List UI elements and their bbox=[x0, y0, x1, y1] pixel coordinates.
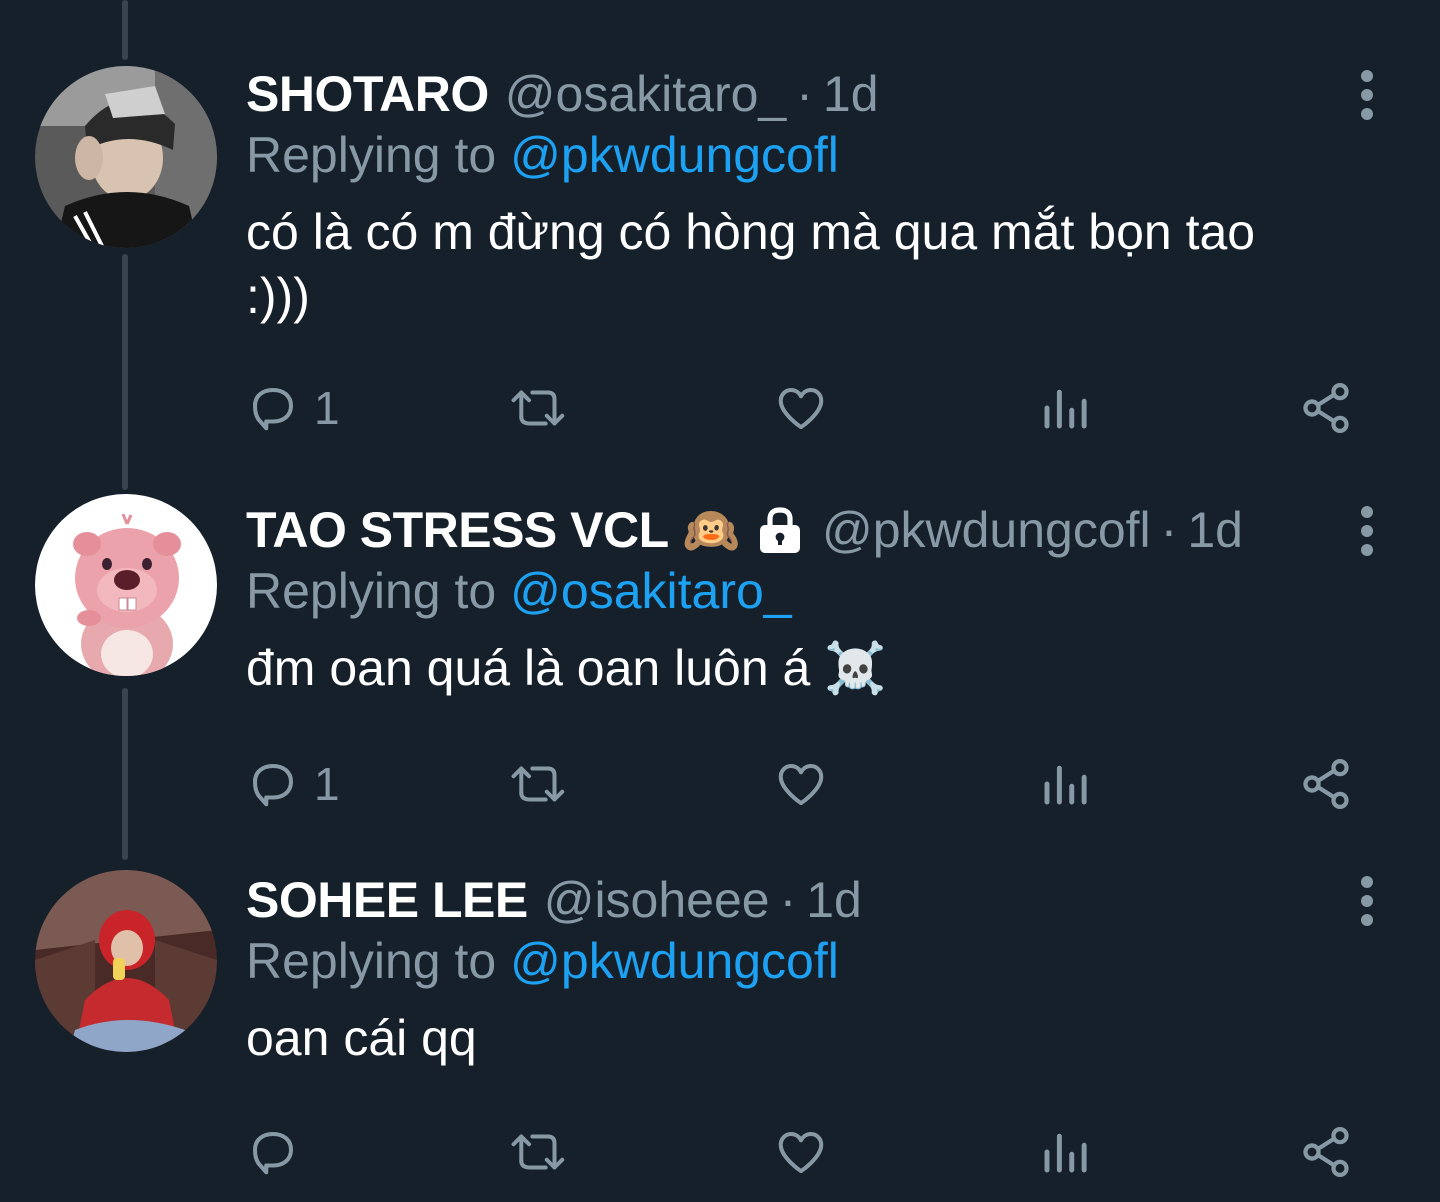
replying-label: Replying to bbox=[246, 127, 497, 183]
more-vertical-icon[interactable] bbox=[1352, 70, 1382, 120]
replying-to: Replying to @pkwdungcofl bbox=[246, 126, 839, 184]
like-button[interactable] bbox=[774, 378, 828, 438]
heart-icon bbox=[778, 1131, 824, 1174]
tweet-actions: 1 bbox=[0, 754, 1440, 814]
timestamp[interactable]: 1d bbox=[1187, 501, 1243, 559]
share-icon bbox=[1303, 383, 1349, 433]
analytics-button[interactable] bbox=[1038, 378, 1092, 438]
avatar[interactable] bbox=[35, 494, 217, 676]
tweet-header: TAO STRESS VCL 🙉 @pkwdungcofl · 1d bbox=[246, 498, 1243, 562]
username[interactable]: @osakitaro_ bbox=[505, 65, 786, 123]
replying-mention[interactable]: @osakitaro_ bbox=[510, 563, 791, 619]
display-name[interactable]: TAO STRESS VCL bbox=[246, 501, 669, 559]
tweet-actions: 1 bbox=[0, 378, 1440, 438]
replying-mention[interactable]: @pkwdungcofl bbox=[510, 127, 839, 183]
share-button[interactable] bbox=[1298, 754, 1354, 814]
separator-dot: · bbox=[779, 872, 797, 928]
avatar[interactable] bbox=[35, 870, 217, 1052]
tweet-header: SOHEE LEE @isoheee · 1d bbox=[246, 868, 862, 932]
replying-label: Replying to bbox=[246, 933, 497, 989]
reply-icon bbox=[252, 763, 294, 807]
replying-mention[interactable]: @pkwdungcofl bbox=[510, 933, 839, 989]
timestamp[interactable]: 1d bbox=[806, 871, 862, 929]
tweet-2[interactable]: TAO STRESS VCL 🙉 @pkwdungcofl · 1d Reply… bbox=[0, 494, 1440, 878]
separator-dot: · bbox=[796, 66, 813, 122]
reply-icon bbox=[252, 387, 294, 431]
separator-dot: · bbox=[1160, 502, 1178, 558]
share-button[interactable] bbox=[1298, 1122, 1354, 1182]
share-icon bbox=[1303, 1127, 1349, 1177]
tweet-header: SHOTARO @osakitaro_ · 1d bbox=[246, 62, 879, 126]
like-button[interactable] bbox=[774, 754, 828, 814]
timestamp[interactable]: 1d bbox=[823, 65, 879, 123]
replying-label: Replying to bbox=[246, 563, 497, 619]
share-button[interactable] bbox=[1298, 378, 1354, 438]
tweet-text: đm oan quá là oan luôn á ☠️ bbox=[246, 640, 887, 696]
lock-icon bbox=[754, 505, 806, 555]
display-name[interactable]: SHOTARO bbox=[246, 65, 489, 123]
tweet-text: oan cái qq bbox=[246, 1010, 477, 1066]
heart-icon bbox=[778, 763, 824, 806]
reply-button[interactable]: 1 bbox=[246, 378, 340, 438]
reply-button[interactable] bbox=[246, 1122, 300, 1182]
share-icon bbox=[1303, 759, 1349, 809]
tweet-text: có là có m đừng có hòng mà qua mắt bọn t… bbox=[246, 204, 1256, 324]
tweet-1[interactable]: SHOTARO @osakitaro_ · 1d Replying to @pkw… bbox=[0, 62, 1440, 442]
more-vertical-icon[interactable] bbox=[1352, 876, 1382, 926]
analytics-icon bbox=[1044, 389, 1087, 429]
analytics-button[interactable] bbox=[1038, 754, 1092, 814]
reply-icon bbox=[252, 1131, 294, 1175]
reply-button[interactable]: 1 bbox=[246, 754, 340, 814]
thread-line-top bbox=[122, 0, 128, 60]
analytics-icon bbox=[1044, 1133, 1087, 1173]
retweet-button[interactable] bbox=[508, 754, 570, 814]
heart-icon bbox=[778, 387, 824, 430]
reply-count: 1 bbox=[314, 758, 340, 810]
display-name[interactable]: SOHEE LEE bbox=[246, 871, 528, 929]
retweet-icon bbox=[511, 1134, 565, 1170]
username[interactable]: @isoheee bbox=[544, 871, 770, 929]
analytics-icon bbox=[1044, 765, 1087, 805]
username[interactable]: @pkwdungcofl bbox=[822, 501, 1151, 559]
avatar[interactable] bbox=[35, 66, 217, 248]
replying-to: Replying to @osakitaro_ bbox=[246, 562, 792, 620]
analytics-button[interactable] bbox=[1038, 1122, 1092, 1182]
tweet-3[interactable]: SOHEE LEE @isoheee · 1d Replying to @pkwd… bbox=[0, 868, 1440, 1202]
like-button[interactable] bbox=[774, 1122, 828, 1182]
retweet-icon bbox=[511, 390, 565, 426]
more-vertical-icon[interactable] bbox=[1352, 506, 1382, 556]
replying-to: Replying to @pkwdungcofl bbox=[246, 932, 839, 990]
retweet-button[interactable] bbox=[508, 378, 570, 438]
reply-count: 1 bbox=[314, 382, 340, 434]
tweet-actions bbox=[0, 1122, 1440, 1182]
monkey-emoji: 🙉 bbox=[682, 503, 740, 556]
retweet-icon bbox=[511, 766, 565, 802]
retweet-button[interactable] bbox=[508, 1122, 570, 1182]
